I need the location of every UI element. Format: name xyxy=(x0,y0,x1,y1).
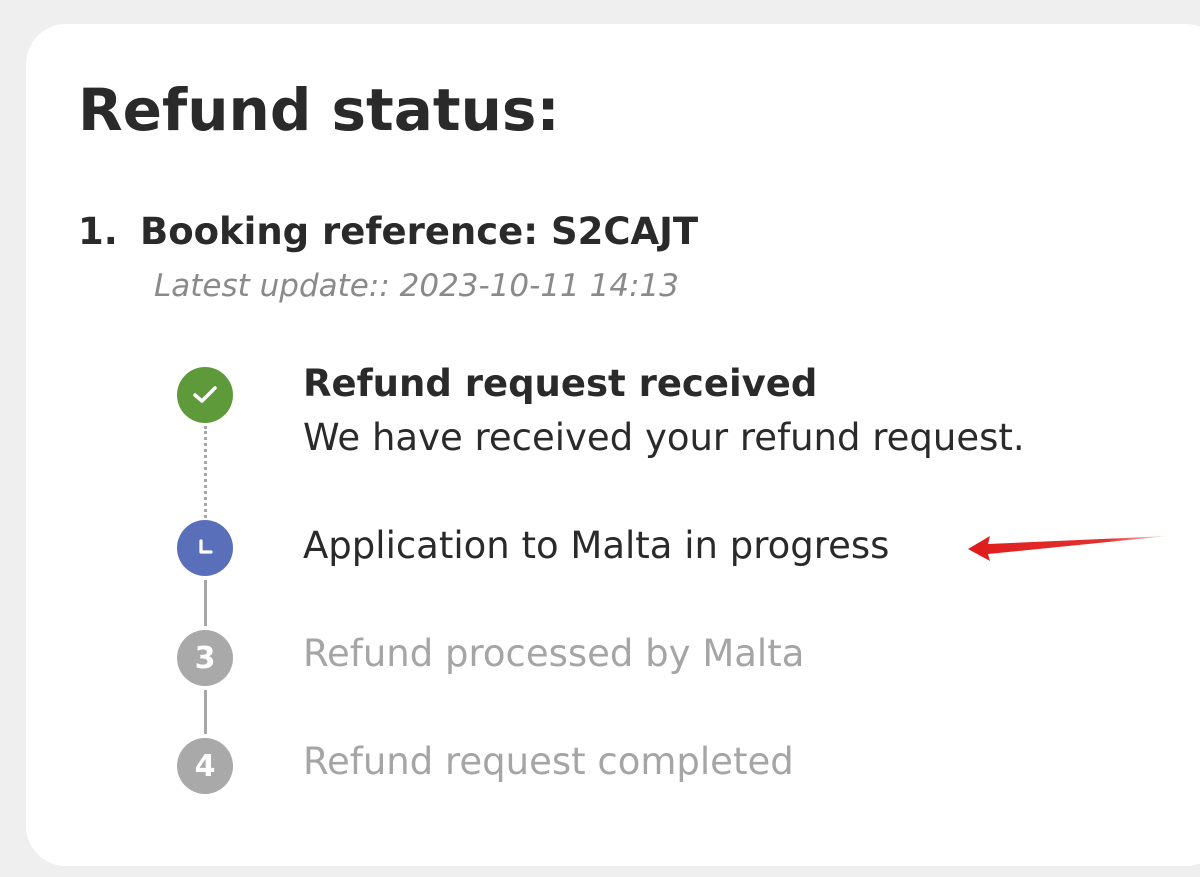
step-number-4-icon: 4 xyxy=(177,738,233,794)
step-title-refund-request-received: Refund request received xyxy=(303,362,818,405)
step-connector xyxy=(204,580,207,626)
step-connector-dotted xyxy=(204,426,207,518)
step-title-application-in-progress: Application to Malta in progress xyxy=(303,524,890,567)
check-icon xyxy=(177,367,233,423)
step-number-3-icon: 3 xyxy=(177,630,233,686)
step-connector xyxy=(204,690,207,734)
refund-status-card: Refund status: 1. Booking reference: S2C… xyxy=(26,24,1200,866)
step-title-refund-completed: Refund request completed xyxy=(303,740,794,783)
booking-list-number: 1. xyxy=(78,210,118,253)
clock-icon xyxy=(177,520,233,576)
latest-update-timestamp: Latest update:: 2023-10-11 14:13 xyxy=(154,268,679,304)
page-title: Refund status: xyxy=(78,76,560,144)
step-title-refund-processed: Refund processed by Malta xyxy=(303,632,805,675)
step-description-refund-request-received: We have received your refund request. xyxy=(303,416,1025,459)
booking-reference: Booking reference: S2CAJT xyxy=(140,210,699,253)
red-arrow-icon xyxy=(968,536,1168,561)
